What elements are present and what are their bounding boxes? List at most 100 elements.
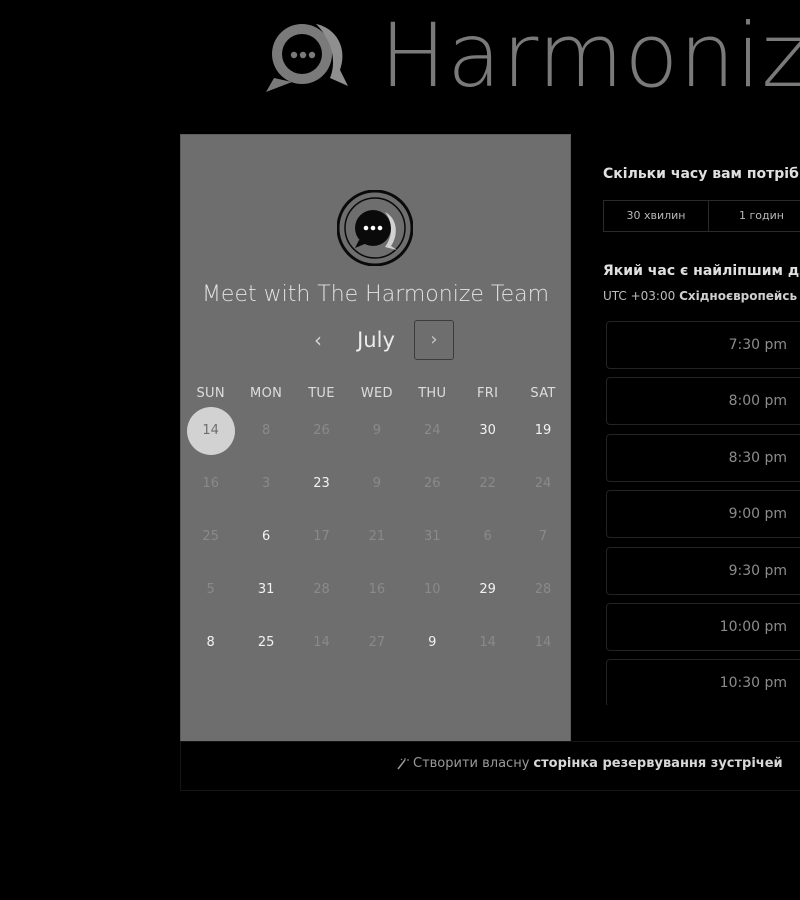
weekday-label: SAT (530, 386, 556, 401)
calendar-day-number: 26 (313, 423, 330, 438)
duration-option-1h[interactable]: 1 годин (709, 201, 800, 231)
calendar-day[interactable]: 29 (460, 563, 515, 616)
calendar-day: 3 (238, 457, 293, 510)
calendar-day-number: 19 (534, 423, 552, 438)
calendar-day: 6 (460, 510, 515, 563)
weekday-label: SUN (196, 386, 225, 401)
calendar-day-number: 7 (538, 529, 548, 544)
calendar-day-number: 6 (261, 529, 271, 544)
calendar-day-number: 28 (313, 582, 330, 597)
calendar-day[interactable]: 8 (183, 616, 238, 669)
calendar-day-number: 6 (483, 529, 492, 544)
create-booking-page-link[interactable]: Створити власну сторінка резервування зу… (395, 756, 783, 771)
calendar-day: 14 (294, 616, 349, 669)
calendar-day-number: 9 (372, 476, 381, 491)
time-slot-button[interactable]: 10:00 pm (606, 602, 800, 651)
weekday-label: MON (250, 386, 283, 401)
calendar-day-number: 9 (372, 423, 381, 438)
calendar-day: 24 (515, 457, 570, 510)
time-slot-label: 8:30 pm (728, 449, 787, 466)
calendar-day-number: 22 (479, 476, 496, 491)
calendar-day-number: 28 (534, 582, 552, 597)
calendar-day-selected[interactable]: 14 (183, 404, 238, 457)
duration-option-30min[interactable]: 30 хвилин (604, 201, 709, 231)
days-grid: 14 8 26 9 24 30 19 16 3 23 9 26 22 24 25 6 17 21 31 6 7 5 31 28… (183, 404, 571, 669)
time-slot-button[interactable]: 8:00 pm (606, 377, 800, 426)
calendar-day[interactable]: 31 (238, 563, 293, 616)
next-month-button[interactable]: › (414, 320, 454, 360)
timezone-selector[interactable]: UTC +03:00 Східноєвропейсь (603, 289, 797, 303)
calendar-day: 21 (349, 510, 404, 563)
weekday-label: WED (360, 386, 393, 401)
calendar-day: 26 (294, 404, 349, 457)
calendar-day: 5 (183, 563, 238, 616)
calendar-day-number: 17 (313, 529, 330, 544)
calendar-day-number: 8 (206, 635, 215, 650)
timezone-offset: UTC +03:00 (603, 289, 676, 303)
time-slot-button[interactable]: 8:30 pm (606, 433, 800, 482)
calendar-week-row: 5 31 28 16 10 29 28 (183, 563, 571, 616)
duration-question: Скільки часу вам потрібн (603, 166, 800, 182)
time-slot-button[interactable]: 10:30 pm (606, 659, 800, 705)
time-slot-list: 7:30 pm 8:00 pm 8:30 pm 9:00 pm 9:30 pm 10:00… (606, 321, 800, 705)
timezone-name: Східноєвропейсь (679, 289, 798, 303)
booking-page: Harmonize Meet with The Harmonize Team ‹… (0, 0, 800, 900)
weekday-label: FRI (477, 386, 499, 401)
month-label: July (357, 328, 395, 352)
calendar-day-number: 14 (186, 406, 235, 455)
calendar-day: 28 (294, 563, 349, 616)
calendar-day-number: 31 (257, 582, 275, 597)
calendar-day: 9 (349, 404, 404, 457)
calendar-day-number: 31 (423, 529, 441, 544)
team-avatar-icon (337, 190, 413, 266)
calendar-day-number: 24 (534, 476, 552, 491)
time-slot-button[interactable]: 9:30 pm (606, 546, 800, 595)
calendar-day-number: 21 (368, 529, 386, 544)
calendar-day-number: 10 (423, 582, 441, 597)
calendar-day-number: 23 (313, 476, 330, 491)
calendar-day[interactable]: 9 (405, 616, 460, 669)
calendar-week-row: 8 25 14 27 9 14 14 (183, 616, 571, 669)
time-slot-button[interactable]: 9:00 pm (606, 490, 800, 539)
calendar-day: 24 (405, 404, 460, 457)
calendar-week-row: 16 3 23 9 26 22 24 (183, 457, 571, 510)
calendar-day: 14 (460, 616, 515, 669)
header-logo[interactable]: Harmonize (264, 12, 800, 100)
calendar-day: 8 (238, 404, 293, 457)
calendar-day-number: 25 (202, 529, 219, 544)
calendar-day[interactable]: 23 (294, 457, 349, 510)
chat-bubble-logo-icon (266, 24, 348, 92)
calendar-day[interactable]: 6 (238, 510, 293, 563)
calendar-day-number: 14 (534, 635, 552, 650)
calendar-day[interactable]: 30 (460, 404, 515, 457)
time-slot-label: 9:00 pm (728, 506, 787, 523)
calendar-day: 16 (349, 563, 404, 616)
duration-selector: 30 хвилин 1 годин (603, 200, 800, 232)
calendar-day: 27 (349, 616, 404, 669)
time-slot-button[interactable]: 7:30 pm (606, 321, 800, 369)
calendar-day-number: 26 (423, 476, 441, 491)
magic-wand-icon (397, 757, 409, 769)
month-navigation: ‹ July › (180, 320, 571, 362)
calendar-day-number: 5 (206, 582, 215, 597)
time-question: Який час є найліпшим дл (603, 263, 800, 279)
calendar-day: 25 (183, 510, 238, 563)
time-slot-label: 10:00 pm (719, 618, 787, 635)
footer-link-prefix: Створити власну (413, 756, 530, 771)
calendar-day[interactable]: 25 (238, 616, 293, 669)
calendar-day: 28 (515, 563, 570, 616)
calendar-day-number: 8 (261, 423, 271, 438)
brand-name: Harmonize (380, 4, 800, 107)
prev-month-button[interactable]: ‹ (304, 320, 332, 360)
calendar-day: 17 (294, 510, 349, 563)
weekday-label: TUE (308, 386, 335, 401)
calendar-day-number: 30 (479, 423, 496, 438)
calendar-day: 22 (460, 457, 515, 510)
calendar-day[interactable]: 19 (515, 404, 570, 457)
calendar-day-number: 25 (257, 635, 275, 650)
calendar-day-number: 24 (423, 423, 441, 438)
weekday-header: SUN MON TUE WED THU FRI SAT (183, 386, 571, 401)
calendar-day: 9 (349, 457, 404, 510)
calendar-panel: Meet with The Harmonize Team ‹ July › SU… (180, 134, 571, 742)
calendar-day-number: 16 (368, 582, 386, 597)
